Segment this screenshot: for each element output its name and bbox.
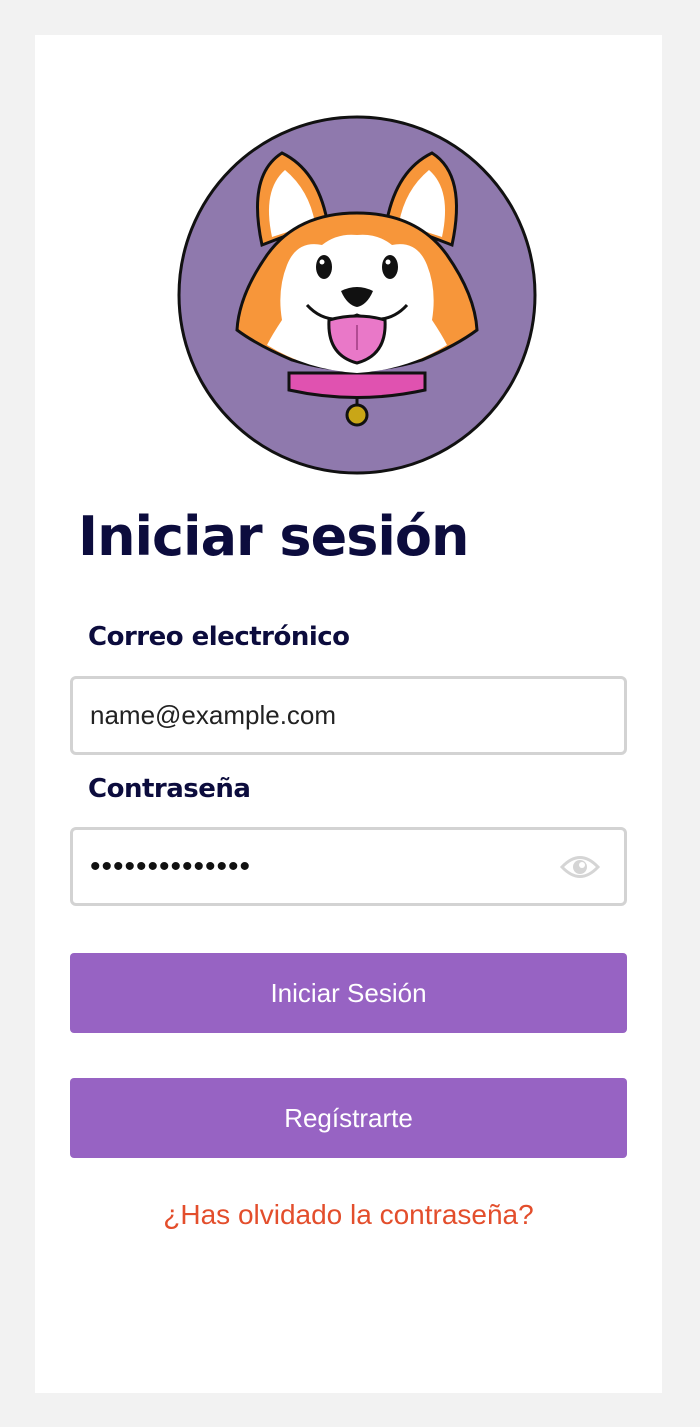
password-label: Contraseña [88, 774, 251, 804]
email-value: name@example.com [90, 700, 337, 730]
password-value: •••••••••••••• [90, 850, 252, 883]
register-button[interactable]: Regístrarte [70, 1078, 627, 1158]
forgot-password-link[interactable]: ¿Has olvidado la contraseña? [35, 1199, 662, 1231]
email-label: Correo electrónico [88, 622, 350, 652]
login-card: Iniciar sesión Correo electrónico name@e… [35, 35, 662, 1393]
eye-icon[interactable] [560, 852, 600, 882]
login-button[interactable]: Iniciar Sesión [70, 953, 627, 1033]
corgi-logo [177, 115, 537, 475]
page-title: Iniciar sesión [78, 505, 469, 568]
email-field[interactable]: name@example.com [70, 676, 627, 755]
password-field[interactable]: •••••••••••••• [70, 827, 627, 906]
